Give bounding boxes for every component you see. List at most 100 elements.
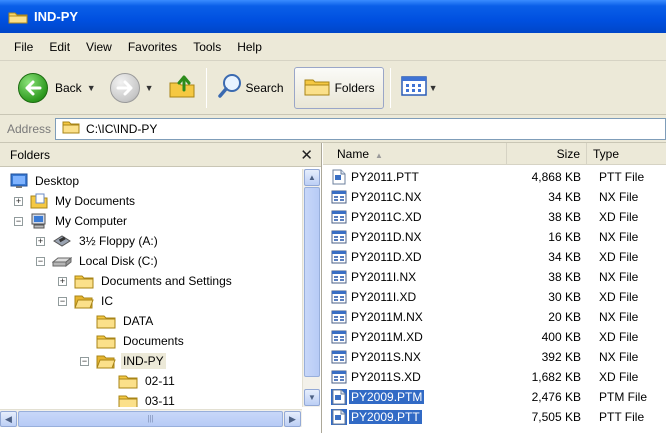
tree-item-label: Local Disk (C:) bbox=[79, 254, 158, 268]
file-name: PY2011I.NX bbox=[351, 270, 417, 284]
folders-button[interactable]: Folders bbox=[293, 66, 384, 109]
views-button[interactable]: ▼ bbox=[397, 68, 442, 108]
tree-item-my-documents[interactable]: + My Documents bbox=[14, 191, 137, 211]
file-row[interactable]: PY2011I.NX 38 KB NX File bbox=[323, 267, 666, 287]
window-title: IND-PY bbox=[34, 9, 79, 24]
file-size: 38 KB bbox=[548, 270, 581, 284]
folder-icon bbox=[96, 313, 116, 329]
tree-item-data[interactable]: DATA bbox=[96, 311, 155, 331]
tree-horizontal-scrollbar[interactable]: ◀ ||| ▶ bbox=[0, 409, 302, 427]
expand-icon[interactable]: + bbox=[14, 196, 23, 206]
scroll-left-icon[interactable]: ◀ bbox=[0, 411, 17, 427]
tree-item-label: Desktop bbox=[35, 174, 80, 188]
file-size: 38 KB bbox=[548, 210, 581, 224]
tree-item-documents-and-settings[interactable]: + Documents and Settings bbox=[58, 271, 234, 291]
file-size: 2,476 KB bbox=[531, 390, 581, 404]
file-row[interactable]: PY2009.PTM 2,476 KB PTM File bbox=[323, 387, 666, 407]
file-row[interactable]: PY2009.PTT 7,505 KB PTT File bbox=[323, 407, 666, 427]
file-name-cell: PY2011S.NX bbox=[331, 348, 423, 366]
tree-item-label: Documents and Settings bbox=[101, 274, 232, 288]
column-header-name[interactable]: Name ▲ bbox=[331, 143, 507, 165]
scroll-thumb[interactable]: ||| bbox=[18, 411, 283, 427]
file-name-cell: PY2011D.NX bbox=[331, 228, 423, 246]
file-row[interactable]: PY2011D.XD 34 KB XD File bbox=[323, 247, 666, 267]
menu-view[interactable]: View bbox=[78, 40, 120, 54]
file-size: 1,682 KB bbox=[531, 370, 581, 384]
tree-vertical-scrollbar[interactable]: ▲ ▼ bbox=[302, 169, 320, 407]
menu-favorites[interactable]: Favorites bbox=[120, 40, 185, 54]
file-type: XD File bbox=[599, 210, 639, 224]
floppy-drive-icon bbox=[52, 233, 72, 249]
folders-pane-title: Folders bbox=[10, 147, 51, 162]
folders-pane-header: Folders ✕ bbox=[0, 143, 321, 167]
up-folder-button[interactable] bbox=[164, 68, 200, 108]
file-size: 20 KB bbox=[548, 310, 581, 324]
search-button[interactable]: Search bbox=[213, 68, 288, 108]
toolbar-separator bbox=[205, 67, 207, 108]
scroll-down-icon[interactable]: ▼ bbox=[304, 389, 320, 406]
open-folder-icon bbox=[96, 353, 116, 369]
file-row[interactable]: PY2011C.XD 38 KB XD File bbox=[323, 207, 666, 227]
close-icon[interactable]: ✕ bbox=[300, 146, 313, 164]
column-header-size[interactable]: Size bbox=[507, 143, 587, 165]
file-type: PTM File bbox=[599, 390, 647, 404]
tree-item-label: IC bbox=[101, 294, 113, 308]
file-row[interactable]: PY2011C.NX 34 KB NX File bbox=[323, 187, 666, 207]
collapse-icon[interactable]: − bbox=[14, 216, 23, 226]
file-name: PY2011M.NX bbox=[351, 310, 423, 324]
folder-icon bbox=[8, 10, 28, 24]
tree-item-desktop[interactable]: Desktop bbox=[10, 171, 81, 191]
file-row[interactable]: PY2011.PTT 4,868 KB PTT File bbox=[323, 167, 666, 187]
file-name-cell: PY2011.PTT bbox=[331, 168, 421, 186]
tree-item-documents[interactable]: Documents bbox=[96, 331, 186, 351]
scroll-right-icon[interactable]: ▶ bbox=[284, 411, 301, 427]
address-value: C:\IC\IND-PY bbox=[86, 121, 158, 136]
file-size: 7,505 KB bbox=[531, 410, 581, 424]
tree-item-label: 02-11 bbox=[145, 374, 175, 388]
scroll-thumb[interactable] bbox=[304, 187, 320, 377]
folder-tree: Desktop + My Documents − My Computer + 3… bbox=[0, 169, 302, 407]
forward-arrow-icon bbox=[109, 72, 140, 103]
tree-item-ic[interactable]: − IC bbox=[58, 291, 115, 311]
title-bar[interactable]: IND-PY bbox=[0, 0, 666, 33]
data-file-icon bbox=[331, 289, 347, 305]
menu-tools[interactable]: Tools bbox=[185, 40, 229, 54]
tree-item-03-11[interactable]: 03-11 bbox=[118, 391, 177, 407]
scroll-up-icon[interactable]: ▲ bbox=[304, 169, 320, 186]
tree-item-my-computer[interactable]: − My Computer bbox=[14, 211, 129, 231]
collapse-icon[interactable]: − bbox=[58, 296, 67, 306]
file-row[interactable]: PY2011I.XD 30 KB XD File bbox=[323, 287, 666, 307]
tree-item-floppy[interactable]: + 3½ Floppy (A:) bbox=[36, 231, 160, 251]
menu-edit[interactable]: Edit bbox=[41, 40, 78, 54]
file-row[interactable]: PY2011M.XD 400 KB XD File bbox=[323, 327, 666, 347]
forward-dropdown-icon[interactable]: ▼ bbox=[145, 83, 154, 93]
tree-item-label: IND-PY bbox=[121, 353, 166, 369]
tree-item-label: DATA bbox=[123, 314, 154, 328]
data-file-icon bbox=[331, 209, 347, 225]
back-button[interactable]: Back ▼ bbox=[14, 68, 100, 108]
file-name-cell: PY2011C.XD bbox=[331, 208, 423, 226]
tree-item-label: 3½ Floppy (A:) bbox=[79, 234, 158, 248]
address-field[interactable]: C:\IC\IND-PY bbox=[55, 117, 666, 140]
data-file-icon bbox=[331, 369, 347, 385]
expand-icon[interactable]: + bbox=[36, 236, 45, 246]
file-row[interactable]: PY2011M.NX 20 KB NX File bbox=[323, 307, 666, 327]
expand-icon[interactable]: + bbox=[58, 276, 67, 286]
views-dropdown-icon[interactable]: ▼ bbox=[429, 83, 438, 93]
tree-item-02-11[interactable]: 02-11 bbox=[118, 371, 177, 391]
file-row[interactable]: PY2011S.NX 392 KB NX File bbox=[323, 347, 666, 367]
tree-item-local-disk[interactable]: − Local Disk (C:) bbox=[36, 251, 160, 271]
menu-bar: File Edit View Favorites Tools Help bbox=[0, 33, 666, 61]
file-row[interactable]: PY2011D.NX 16 KB NX File bbox=[323, 227, 666, 247]
collapse-icon[interactable]: − bbox=[80, 356, 89, 366]
column-header-type[interactable]: Type bbox=[587, 143, 666, 165]
menu-file[interactable]: File bbox=[6, 40, 41, 54]
file-row[interactable]: PY2011S.XD 1,682 KB XD File bbox=[323, 367, 666, 387]
tree-item-ind-py[interactable]: − IND-PY bbox=[80, 351, 166, 371]
back-dropdown-icon[interactable]: ▼ bbox=[87, 83, 96, 93]
folder-icon bbox=[118, 393, 138, 407]
menu-help[interactable]: Help bbox=[229, 40, 270, 54]
forward-button[interactable]: ▼ bbox=[106, 68, 158, 108]
collapse-icon[interactable]: − bbox=[36, 256, 45, 266]
folders-pane: Folders ✕ Desktop + My Documents − My Co… bbox=[0, 143, 322, 433]
